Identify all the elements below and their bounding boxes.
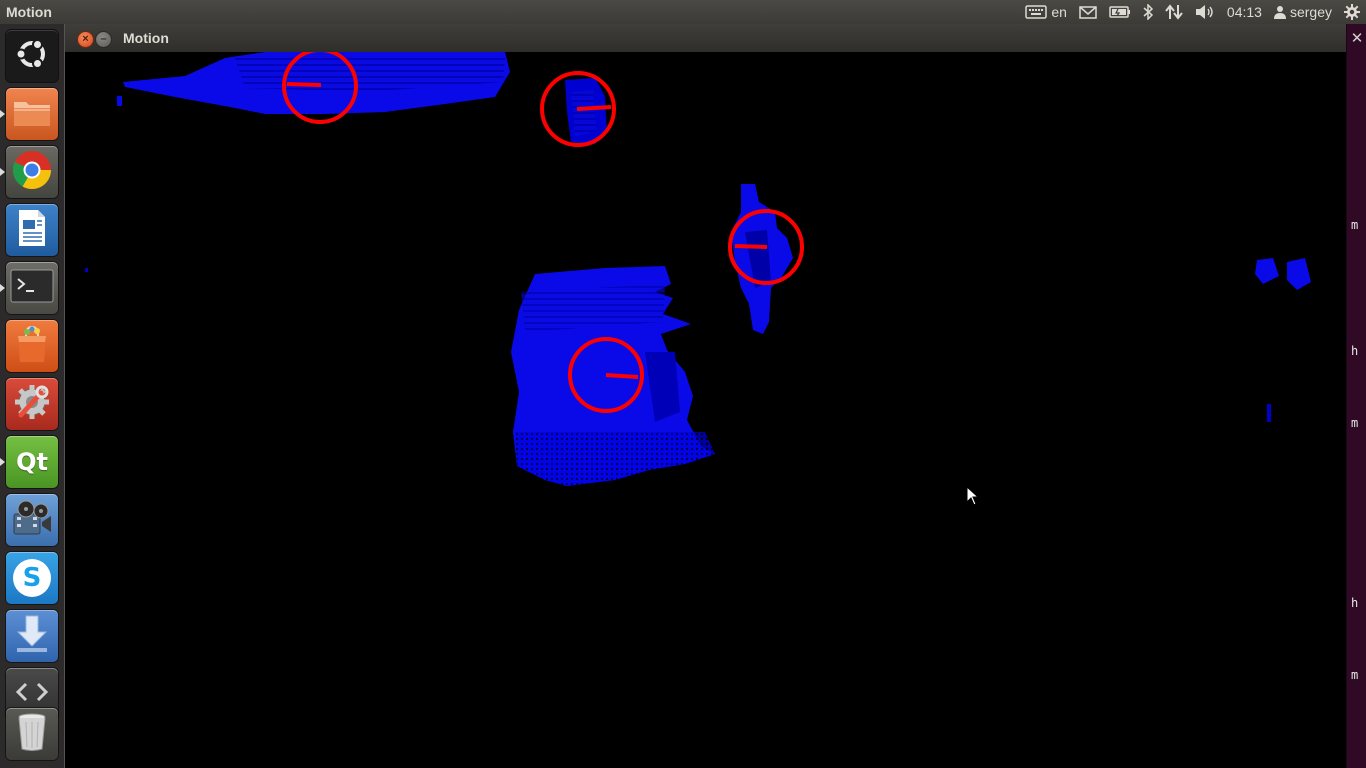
motion-viewport[interactable] — [65, 52, 1346, 768]
volume-indicator[interactable] — [1189, 0, 1221, 24]
session-indicator[interactable] — [1338, 0, 1366, 24]
trash-icon — [16, 712, 48, 757]
document-icon — [16, 208, 48, 253]
network-icon — [1165, 4, 1183, 20]
volume-icon — [1195, 4, 1215, 20]
terminal-text: m — [1351, 218, 1359, 232]
shopping-bag-icon — [14, 324, 50, 369]
background-terminal-window[interactable]: ✕ m h m h m — [1346, 24, 1366, 768]
close-icon: × — [82, 33, 89, 45]
mail-icon — [1079, 5, 1097, 19]
clock-label: 04:13 — [1226, 4, 1262, 20]
session-gear-icon — [1344, 4, 1360, 20]
launcher-files[interactable] — [6, 88, 58, 140]
window-minimize-button[interactable]: – — [95, 31, 112, 48]
terminal-text: h — [1351, 344, 1359, 358]
chrome-icon — [11, 149, 53, 196]
mouse-cursor-icon — [966, 486, 980, 506]
launcher-update-manager[interactable] — [6, 610, 58, 662]
close-icon[interactable]: ✕ — [1347, 29, 1366, 47]
launcher-chrome[interactable] — [6, 146, 58, 198]
user-indicator[interactable]: sergey — [1268, 0, 1338, 24]
indicator-area: en 04:13 sergey — [1019, 0, 1366, 24]
user-icon — [1273, 5, 1286, 19]
terminal-text: m — [1351, 416, 1359, 430]
user-name-label: sergey — [1289, 4, 1332, 20]
ubuntu-logo-icon — [15, 37, 49, 76]
launcher-system-settings[interactable] — [6, 378, 58, 430]
point-cloud-blob-far-right — [85, 258, 1311, 422]
point-cloud-figure-top — [565, 78, 607, 144]
running-indicator — [0, 168, 5, 176]
clock-indicator[interactable]: 04:13 — [1221, 0, 1268, 24]
point-cloud-person-right — [731, 184, 793, 334]
running-indicator — [0, 458, 5, 466]
battery-indicator[interactable] — [1103, 0, 1137, 24]
launcher-trash[interactable] — [6, 708, 58, 760]
window-titlebar[interactable]: × – Motion — [65, 24, 1347, 52]
battery-icon — [1109, 6, 1131, 18]
bluetooth-icon — [1143, 4, 1153, 20]
skype-letter: S — [22, 563, 42, 593]
folder-icon — [12, 96, 52, 133]
window-title: Motion — [123, 30, 169, 46]
launcher: Qt S — [0, 24, 65, 768]
minimize-icon: – — [100, 33, 107, 45]
launcher-skype[interactable]: S — [6, 552, 58, 604]
keyboard-layout-label: en — [1051, 4, 1067, 20]
launcher-software-center[interactable] — [6, 320, 58, 372]
download-arrow-icon — [13, 614, 51, 659]
running-indicator — [0, 110, 5, 118]
launcher-libreoffice-writer[interactable] — [6, 204, 58, 256]
mail-indicator[interactable] — [1073, 0, 1103, 24]
terminal-text: m — [1351, 668, 1359, 682]
point-cloud-scene — [85, 52, 1311, 486]
launcher-video-app[interactable] — [6, 494, 58, 546]
window-close-button[interactable]: × — [77, 31, 94, 48]
workspace-switcher-icon — [12, 680, 52, 709]
launcher-qt-creator[interactable]: Qt — [6, 436, 58, 488]
top-panel: Motion en 04:13 sergey — [0, 0, 1366, 24]
keyboard-indicator[interactable]: en — [1019, 0, 1073, 24]
bluetooth-indicator[interactable] — [1137, 0, 1159, 24]
running-indicator — [0, 284, 5, 292]
launcher-terminal[interactable] — [6, 262, 58, 314]
active-app-title: Motion — [6, 4, 52, 20]
terminal-icon — [10, 269, 54, 308]
network-indicator[interactable] — [1159, 0, 1189, 24]
qt-logo-icon: Qt — [16, 448, 48, 476]
film-reel-icon — [11, 498, 53, 543]
terminal-text: h — [1351, 596, 1359, 610]
skype-icon: S — [13, 559, 51, 597]
keyboard-icon — [1025, 5, 1048, 19]
launcher-dash-home[interactable] — [6, 30, 58, 82]
settings-gear-wrench-icon — [11, 381, 53, 428]
